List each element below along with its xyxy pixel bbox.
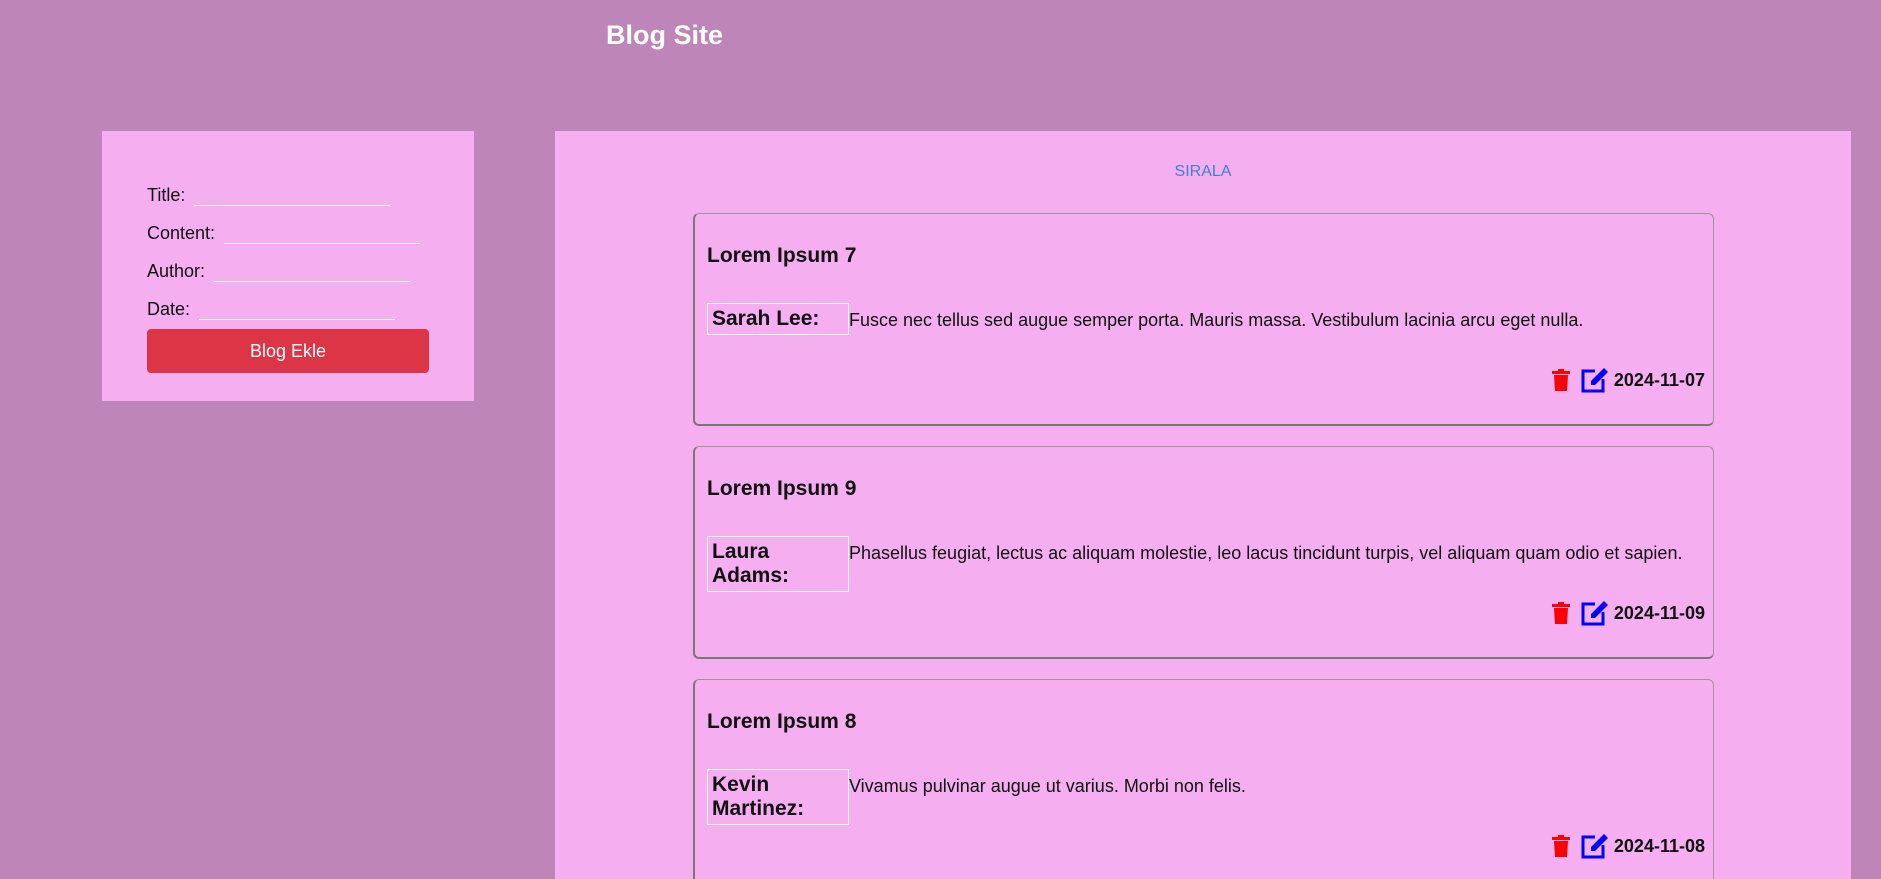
edit-icon[interactable]	[1580, 366, 1610, 394]
edit-icon[interactable]	[1580, 832, 1610, 860]
blog-author: Laura Adams:	[707, 536, 849, 592]
blog-actions: 2024-11-07	[1551, 366, 1705, 394]
page-title: Blog Site	[606, 20, 724, 50]
blog-author: Kevin Martinez:	[707, 769, 849, 825]
add-blog-button[interactable]: Blog Ekle	[147, 329, 429, 373]
title-input[interactable]	[194, 187, 391, 206]
date-field-row: Date:	[147, 296, 396, 320]
trash-icon[interactable]	[1551, 602, 1570, 624]
blog-title: Lorem Ipsum 8	[707, 710, 857, 733]
blog-title: Lorem Ipsum 9	[707, 477, 857, 500]
sort-button[interactable]: SIRALA	[555, 163, 1851, 181]
author-label: Author:	[147, 261, 206, 281]
edit-icon[interactable]	[1580, 599, 1610, 627]
author-field-row: Author:	[147, 258, 411, 282]
blog-content: Fusce nec tellus sed augue semper porta.…	[849, 310, 1584, 330]
blog-date: 2024-11-07	[1613, 369, 1705, 390]
author-input[interactable]	[214, 263, 411, 282]
blog-author: Sarah Lee:	[707, 303, 849, 335]
content-field-row: Content:	[147, 220, 421, 244]
blog-content: Phasellus feugiat, lectus ac aliquam mol…	[849, 543, 1683, 563]
title-field-row: Title:	[147, 182, 391, 206]
blog-form-panel: Title: Content: Author: Date: Blog Ekle	[102, 131, 474, 401]
content-input[interactable]	[224, 225, 421, 244]
blog-card: Lorem Ipsum 9 Laura Adams: Phasellus feu…	[693, 446, 1714, 659]
blog-actions: 2024-11-08	[1551, 832, 1705, 860]
blog-date: 2024-11-08	[1613, 835, 1705, 856]
trash-icon[interactable]	[1551, 369, 1570, 391]
blog-date: 2024-11-09	[1613, 602, 1705, 623]
blog-actions: 2024-11-09	[1551, 599, 1705, 627]
blog-card: Lorem Ipsum 7 Sarah Lee: Fusce nec tellu…	[693, 213, 1714, 426]
date-label: Date:	[147, 299, 191, 319]
trash-icon[interactable]	[1551, 835, 1570, 857]
content-label: Content:	[147, 223, 216, 243]
title-label: Title:	[147, 185, 186, 205]
blog-list-panel: SIRALA Lorem Ipsum 7 Sarah Lee: Fusce ne…	[555, 131, 1851, 879]
blog-content: Vivamus pulvinar augue ut varius. Morbi …	[849, 776, 1246, 796]
blog-card: Lorem Ipsum 8 Kevin Martinez: Vivamus pu…	[693, 679, 1714, 879]
date-input[interactable]	[199, 301, 396, 320]
blog-title: Lorem Ipsum 7	[707, 244, 857, 267]
